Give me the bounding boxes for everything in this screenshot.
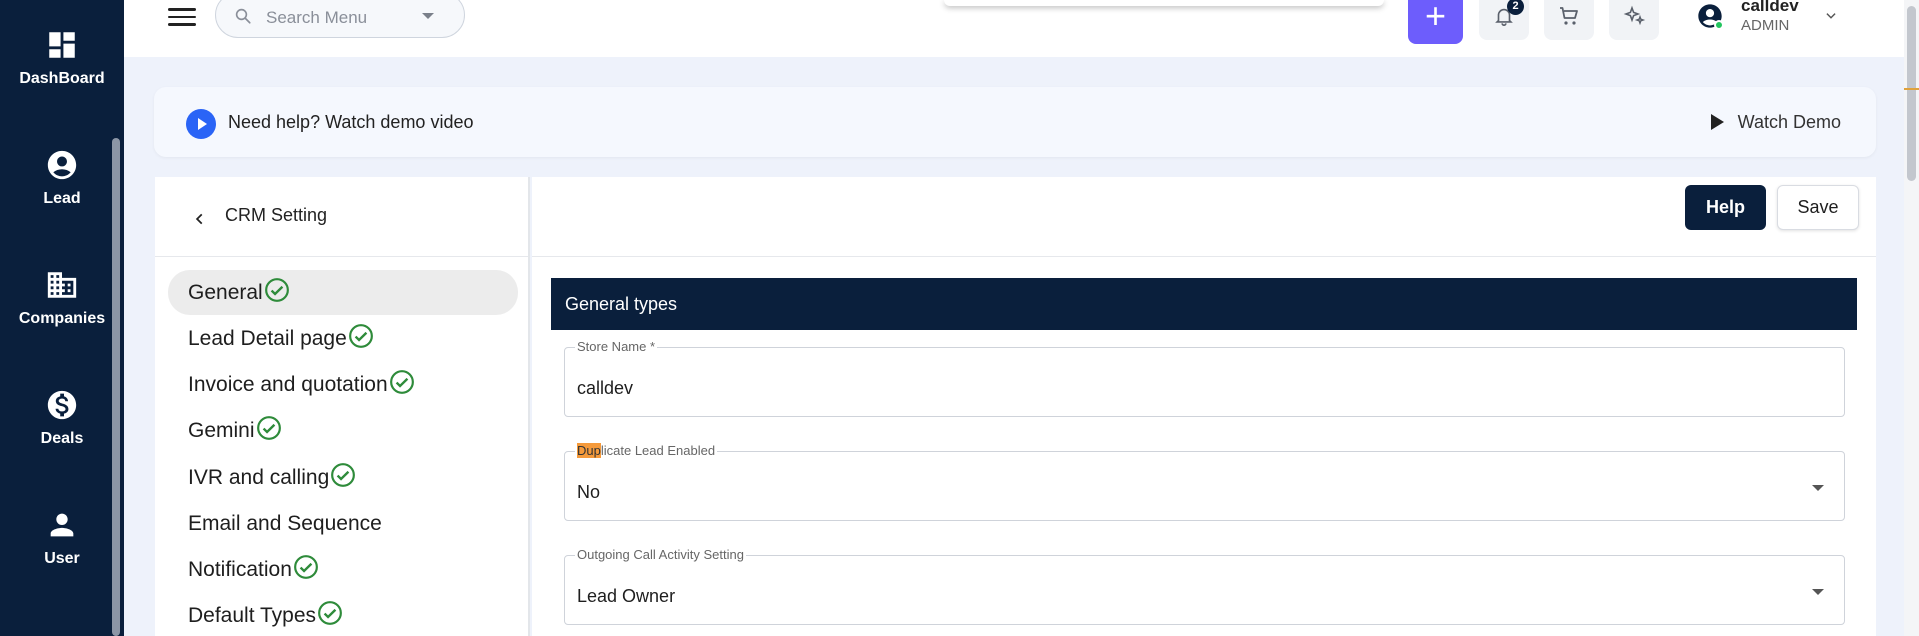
search-placeholder: Search Menu [266,8,368,27]
save-button[interactable]: Save [1777,185,1859,230]
field-value: Lead Owner [577,586,676,606]
sidebar-scrollbar[interactable] [112,138,120,636]
settings-item-lead-detail-page[interactable]: Lead Detail page [168,316,518,361]
ai-sparkle-button[interactable] [1609,0,1659,40]
duplicate-lead-select[interactable]: Duplicate Lead Enabled No [564,443,1845,521]
help-banner-text: Need help? Watch demo video [228,112,474,132]
watch-demo-button[interactable]: Watch Demo [1710,112,1841,133]
settings-item-label: Invoice and quotation [188,373,388,396]
settings-item-label: Gemini [188,419,255,442]
help-banner: Need help? Watch demo video Watch Demo [154,87,1876,157]
cart-icon [1560,7,1578,25]
cart-button[interactable] [1544,0,1594,40]
field-label-rest: licate Lead Enabled [600,443,716,458]
check-circle-icon [293,555,318,579]
settings-item-invoice-and-quotation[interactable]: Invoice and quotation [168,362,518,407]
nav-item-dashboard[interactable]: DashBoard [0,28,124,88]
scrollbar-marker [1904,88,1919,90]
popup-edge [944,0,1384,6]
settings-item-gemini[interactable]: Gemini [168,408,518,453]
check-circle-icon [331,463,356,487]
building-icon [47,272,77,298]
notification-badge: 2 [1507,0,1524,15]
chevron-down-icon [422,13,434,19]
nav-item-lead[interactable]: Lead [0,148,124,208]
check-circle-icon [318,601,342,625]
nav-label: DashBoard [19,70,105,87]
settings-item-label: IVR and calling [188,466,330,489]
chevron-left-icon[interactable] [193,211,207,227]
field-value: calldev [577,378,634,398]
dashboard-icon [49,32,75,58]
search-icon [235,8,251,24]
user-name[interactable]: calldev [1741,0,1799,16]
field-value: No [577,482,601,502]
settings-item-ivr-and-calling[interactable]: IVR and calling [168,455,518,500]
person-icon [50,513,74,537]
online-status-dot [1714,20,1724,30]
search-menu-input[interactable]: Search Menu [215,0,465,38]
help-button[interactable]: Help [1685,185,1766,230]
dropdown-arrow-icon [1812,485,1824,491]
scrollbar-thumb[interactable] [1907,6,1916,181]
check-circle-icon [256,416,281,440]
dropdown-arrow-icon [1812,589,1824,595]
nav-label: Companies [18,310,106,327]
nav-item-deals[interactable]: Deals [0,388,124,448]
field-label: Store Name * [575,339,658,354]
settings-item-label: Lead Detail page [188,327,347,350]
search-highlight: Dup [577,443,601,458]
section-title: General types [551,278,1857,330]
outgoing-call-activity-select[interactable]: Outgoing Call Activity Setting Lead Owne… [564,547,1845,625]
nav-item-companies[interactable]: Companies [0,268,124,328]
check-circle-icon [264,278,289,302]
settings-item-label: Notification [188,558,292,581]
field-label: Outgoing Call Activity Setting [575,547,746,562]
settings-item-label: General [188,281,263,304]
nav-label: Deals [40,430,84,447]
top-bar: Search Menu + 2 calldev ADMIN [124,0,1904,57]
settings-item-email-and-sequence[interactable]: Email and Sequence [168,501,518,546]
check-circle-icon [389,370,414,394]
nav-item-user[interactable]: User [0,508,124,568]
nav-label: Lead [43,190,81,207]
page-scrollbar[interactable] [1904,0,1919,636]
settings-item-default-types[interactable]: Default Types [168,593,518,636]
dollar-circle-icon [47,390,77,420]
play-circle-icon[interactable] [186,109,216,139]
settings-item-general[interactable]: General [168,270,518,315]
field-label: Duplicate Lead Enabled [575,443,718,458]
settings-item-label: Default Types [188,604,317,627]
panel-title: CRM Setting [225,205,328,225]
check-circle-icon [348,324,373,348]
notifications-button[interactable]: 2 [1479,0,1529,40]
left-nav: DashBoard Lead Companies Deals User [0,0,124,636]
content-toolbar: Help Save [532,177,1876,257]
settings-panel-header: CRM Setting [155,177,528,257]
account-circle-icon [47,150,77,180]
settings-content: Help Save General types Store Name * cal… [532,177,1876,636]
play-icon [1710,114,1724,130]
user-role: ADMIN [1741,17,1790,34]
sparkle-icon [1623,5,1646,26]
settings-item-label: Email and Sequence [188,512,382,535]
hamburger-menu-icon[interactable] [168,8,196,30]
chevron-down-icon[interactable] [1824,9,1838,23]
settings-item-notification[interactable]: Notification [168,547,518,592]
store-name-field[interactable]: Store Name * calldev [564,339,1845,417]
add-button[interactable]: + [1408,0,1463,44]
settings-panel: CRM Setting General Lead Detail page Inv… [155,177,530,636]
watch-demo-label: Watch Demo [1737,112,1841,132]
nav-label: User [44,550,80,567]
